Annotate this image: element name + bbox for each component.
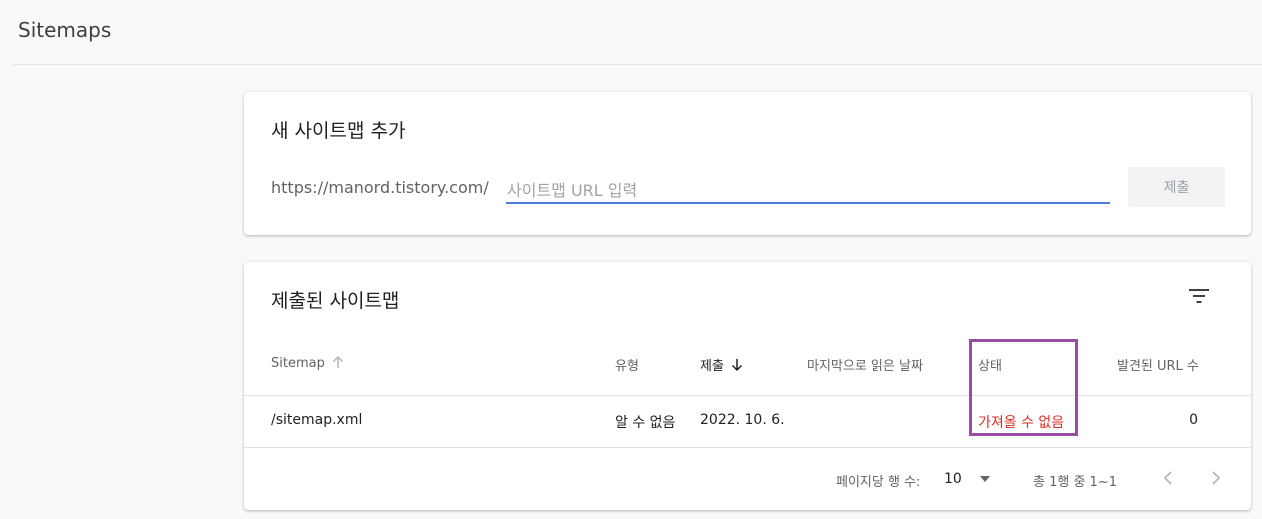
page-title: Sitemaps	[18, 18, 112, 42]
rows-per-page-value: 10	[944, 471, 962, 487]
url-prefix: https://manord.tistory.com/	[271, 178, 489, 197]
rows-per-page-select[interactable]: 10	[944, 466, 1000, 494]
add-sitemap-card: 새 사이트맵 추가 https://manord.tistory.com/ 제출	[244, 92, 1251, 235]
table-header-divider	[244, 395, 1251, 396]
rows-per-page-label: 페이지당 행 수:	[836, 475, 921, 490]
status-highlight-box	[969, 339, 1078, 436]
cell-type: 알 수 없음	[615, 415, 676, 431]
column-header-sitemap-label: Sitemap	[271, 356, 325, 371]
column-header-sitemap[interactable]: Sitemap	[271, 355, 345, 371]
column-header-type[interactable]: 유형	[615, 355, 639, 374]
submitted-sitemaps-card: 제출된 사이트맵 Sitemap 유형 제출 마지막으로 읽은 날짜 상태 발견…	[244, 262, 1251, 510]
pagination-range: 총 1행 중 1~1	[1033, 475, 1117, 490]
column-header-submitted-label: 제출	[700, 359, 724, 374]
header-divider	[13, 64, 1262, 65]
cell-submitted: 2022. 10. 6.	[700, 412, 785, 428]
arrow-up-icon	[332, 356, 343, 368]
arrow-down-icon	[731, 359, 742, 372]
chevron-right-icon[interactable]	[1202, 464, 1230, 492]
table-row-divider	[244, 447, 1251, 448]
submit-button[interactable]: 제출	[1128, 167, 1225, 207]
cell-sitemap: /sitemap.xml	[271, 412, 363, 428]
column-header-last-read[interactable]: 마지막으로 읽은 날짜	[807, 355, 923, 374]
caret-down-icon	[980, 476, 990, 482]
submitted-sitemaps-title: 제출된 사이트맵	[271, 290, 400, 312]
column-header-submitted[interactable]: 제출	[700, 355, 744, 374]
add-sitemap-title: 새 사이트맵 추가	[271, 120, 406, 142]
page-header: Sitemaps	[0, 0, 1262, 64]
column-header-discovered-urls[interactable]: 발견된 URL 수	[1117, 355, 1199, 374]
sitemap-url-input[interactable]	[506, 172, 1110, 204]
chevron-left-icon[interactable]	[1154, 464, 1182, 492]
cell-discovered-urls: 0	[1189, 412, 1198, 428]
filter-list-icon[interactable]	[1187, 284, 1211, 308]
